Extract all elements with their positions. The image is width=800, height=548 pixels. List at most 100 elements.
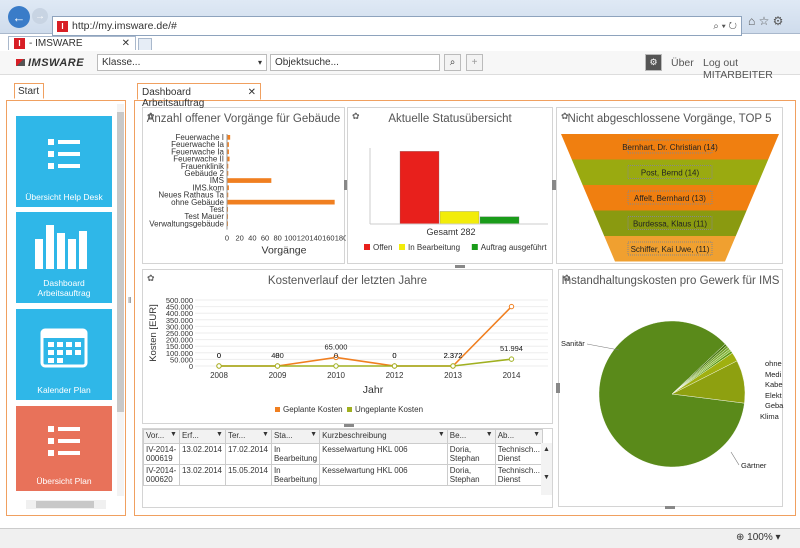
tile-plan[interactable]: Übersicht Plan: [16, 406, 112, 491]
settings-icon[interactable]: ⚙: [645, 54, 662, 71]
resize-handle[interactable]: [556, 383, 560, 393]
table-cell: IV-2014-000619: [143, 443, 180, 465]
pie-label: Kabe: [765, 380, 783, 389]
panel-maintenance: ✿ Instandhaltungskosten pro Gewerk für I…: [558, 269, 784, 507]
panel-title: Aktuelle Statusübersicht: [388, 113, 512, 125]
y-axis-title: Kosten [EUR]: [148, 304, 159, 362]
series-line: [219, 358, 512, 367]
logo: IMSWARE: [16, 57, 84, 69]
column-header[interactable]: Be... ▼: [446, 429, 496, 444]
tile-dashboard[interactable]: Dashboard Arbeitsauftrag: [16, 212, 112, 303]
chart-maintenance: Sanitär ohne MediKabe ElektGeba Klima Gärtner: [561, 320, 784, 470]
chart-open-items: Feuerwache IFeuerwache IaFeuerwache IaFe…: [149, 133, 346, 257]
legend-swatch: [399, 244, 405, 250]
splitter-handle[interactable]: ‖: [128, 296, 131, 305]
data-label: 51.994: [500, 344, 523, 353]
panel-status: ✿ Aktuelle Statusübersicht Gesamt 282 Off…: [347, 107, 553, 264]
tab-dashboard[interactable]: Dashboard Arbeitsauftrag ✕: [137, 83, 261, 109]
bar: [227, 199, 335, 205]
bar: [399, 151, 440, 225]
work-order-table-panel: Vor... ▼ Erf... ▼ Ter... ▼ Sta... ▼ Kurzbeschrei…: [142, 428, 553, 508]
list-icon: [44, 116, 84, 192]
search-icon[interactable]: ⌕: [444, 54, 461, 71]
new-tab-button[interactable]: [138, 38, 152, 50]
series-point: [216, 363, 222, 369]
search-refresh-icon[interactable]: ⌕ ▾ ↻: [713, 21, 737, 32]
bar-chart-icon: [33, 212, 95, 278]
table-cell: Doria, Stephan: [446, 464, 496, 486]
x-tick-label: 2014: [503, 371, 521, 380]
funnel-label: Affelt, Bernhard (13): [634, 194, 706, 203]
x-tick-label: 180: [335, 234, 346, 243]
forward-icon[interactable]: →: [32, 8, 48, 24]
resize-handle[interactable]: [665, 506, 675, 509]
funnel-label: Bernhart, Dr. Christian (14): [622, 143, 718, 152]
data-label: 0: [334, 351, 338, 360]
legend-label: Geplante Kosten: [283, 405, 343, 414]
table-cell: In Bearbeitung: [270, 464, 321, 486]
table-row[interactable]: IV-2014-000619 13.02.2014 17.02.2014 In Bea…: [143, 443, 544, 465]
table-scrollbar[interactable]: ▲ ▼: [541, 443, 552, 495]
tab-start[interactable]: Start: [14, 83, 44, 99]
column-header[interactable]: Kurzbeschreibung ▼: [319, 429, 448, 444]
x-axis-title: Vorgänge: [262, 245, 307, 257]
series-point: [391, 363, 398, 369]
filter-icon: ▼: [262, 431, 269, 438]
tile-label: Übersicht Plan: [36, 476, 92, 486]
class-select[interactable]: Klasse... ▾: [97, 54, 267, 71]
chart-top5: Bernhart, Dr. Christian (14) Post, Bernd …: [561, 134, 779, 262]
column-header[interactable]: Sta... ▼: [270, 429, 321, 444]
column-header[interactable]: Vor... ▼: [143, 429, 180, 444]
chart-status: Gesamt 282 Offen In Bearbeitung Auftrag aus…: [364, 148, 548, 252]
filter-icon: ▼: [485, 431, 493, 438]
browser-tab[interactable]: I - IMSWARE ✕: [8, 36, 136, 50]
back-icon[interactable]: ←: [8, 6, 30, 28]
address-bar[interactable]: I http://my.imsware.de/# ⌕ ▾ ↻: [52, 16, 742, 36]
panel-title: Nicht abgeschlossene Vorgänge, TOP 5: [567, 113, 772, 125]
site-favicon: I: [57, 20, 68, 32]
tile-label: Übersicht Help Desk: [25, 192, 103, 202]
table-cell: Doria, Stephan: [446, 443, 496, 465]
home-star-gear-icons[interactable]: ⌂ ☆ ⚙: [748, 14, 783, 28]
panel-title: Instandhaltungskosten pro Gewerk für IMS: [561, 275, 780, 287]
x-axis-title: Jahr: [363, 384, 384, 396]
filter-icon: ▼: [437, 431, 445, 438]
tile-help-desk[interactable]: Übersicht Help Desk: [16, 116, 112, 207]
column-header[interactable]: Ter... ▼: [224, 429, 272, 444]
x-tick-label: 140: [309, 234, 322, 243]
legend-swatch: [347, 407, 352, 412]
panel-cost: ✿ Kostenverlauf der letzten Jahre 500.00…: [142, 269, 553, 424]
label-connector: [586, 343, 620, 351]
x-tick-label: 160: [322, 234, 335, 243]
sidebar-scrollbar[interactable]: [117, 104, 124, 496]
panel-open-items: ✿ Anzahl offener Vorgänge für Gebäude Fe…: [142, 107, 346, 264]
filter-icon: ▼: [170, 431, 177, 438]
resize-handle[interactable]: [344, 424, 354, 427]
filter-icon: ▼: [310, 431, 318, 438]
close-icon: ✕: [247, 87, 256, 98]
pie-label: Sanitär: [561, 339, 585, 348]
tile-calendar[interactable]: Kalender Plan: [16, 309, 112, 400]
data-label: 480: [271, 351, 284, 360]
series-point: [450, 363, 456, 369]
object-search-input[interactable]: Objektsuche...: [270, 54, 440, 71]
bar: [227, 178, 272, 183]
table-row[interactable]: IV-2014-000620 13.02.2014 15.05.2014 In Bea…: [143, 464, 544, 486]
table-cell: In Bearbeitung: [270, 443, 321, 465]
sidebar-hscroll[interactable]: [26, 500, 106, 509]
resize-handle[interactable]: [455, 265, 465, 268]
column-header[interactable]: Ab... ▼: [494, 429, 544, 444]
zoom-control[interactable]: ⊕ 100% ▾: [736, 532, 781, 543]
table-cell: Kesselwartung HKL 006: [319, 464, 448, 486]
tile-label: Kalender Plan: [37, 385, 91, 395]
add-icon[interactable]: +: [466, 54, 483, 71]
legend-label: In Bearbeitung: [408, 243, 460, 252]
close-icon[interactable]: ✕: [122, 38, 130, 49]
data-label: 0: [217, 351, 221, 360]
bar: [439, 211, 480, 225]
about-link[interactable]: Über: [671, 57, 694, 69]
total-label: Gesamt 282: [426, 227, 475, 237]
data-label: 2.372: [444, 351, 463, 360]
column-header[interactable]: Erf... ▼: [178, 429, 226, 444]
logout-link[interactable]: Log out MITARBEITER: [703, 57, 800, 81]
